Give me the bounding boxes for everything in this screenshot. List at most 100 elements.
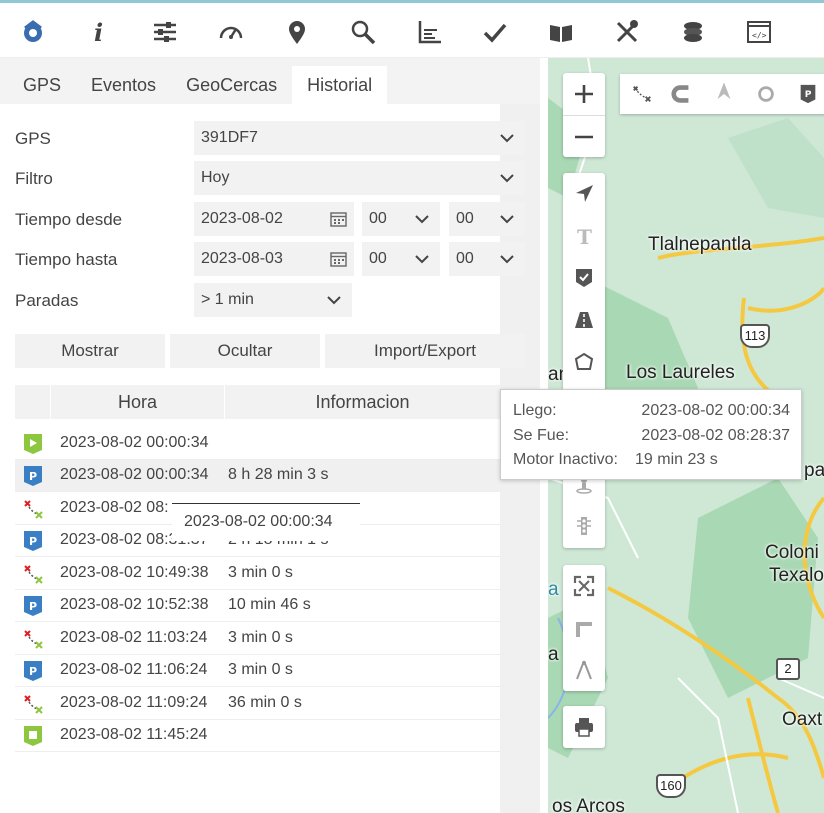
row-time: 2023-08-02 11:09:24	[60, 694, 208, 711]
paradas-select[interactable]: > 1 min	[194, 283, 352, 317]
calendar-icon[interactable]	[330, 211, 347, 227]
circle-icon[interactable]	[754, 82, 778, 106]
route-segment-icon	[24, 565, 43, 584]
fullscreen-icon[interactable]	[563, 565, 605, 607]
tab-geocercas[interactable]: GeoCercas	[171, 66, 292, 104]
chevron-down-icon	[500, 134, 514, 143]
polygon-icon[interactable]	[563, 341, 605, 383]
gps-label: GPS	[15, 129, 51, 148]
desde-date-input[interactable]: 2023-08-02	[194, 202, 354, 236]
gps-select[interactable]: 391DF7	[194, 121, 525, 155]
row-info: 8 h 28 min 3 s	[228, 466, 329, 483]
table-row[interactable]: 2023-08-02 10:49:38 3 min 0 s	[15, 558, 500, 590]
row-time: 2023-08-02 11:45:24	[60, 726, 208, 743]
row-time: 2023-08-02 00:00:34	[60, 466, 209, 483]
table-row[interactable]: 2023-08-02 11:03:24 3 min 0 s	[15, 623, 500, 655]
map-label-place: Coloni	[765, 542, 819, 563]
print-control	[563, 706, 605, 748]
route-end-icon	[24, 726, 42, 746]
map-label-place: a	[548, 579, 559, 600]
tools-icon[interactable]	[610, 15, 644, 49]
text-tool-icon[interactable]: T	[563, 215, 605, 257]
road-icon[interactable]	[563, 299, 605, 341]
table-row[interactable]: P 2023-08-02 10:52:38 10 min 46 s	[15, 590, 500, 622]
zoom-in-icon[interactable]	[563, 73, 605, 115]
tab-gps[interactable]: GPS	[8, 66, 76, 104]
map-label-place: a	[548, 644, 559, 665]
route-draw-icon[interactable]	[630, 82, 654, 106]
table-row[interactable]: 2023-08-02 11:45:24	[15, 720, 500, 752]
table-row[interactable]: P 2023-08-02 00:00:34 8 h 28 min 3 s	[15, 460, 500, 492]
chevron-down-icon	[500, 174, 514, 183]
map-label-place: pa	[804, 460, 824, 481]
calendar-icon[interactable]	[330, 251, 347, 267]
hasta-minute-value: 00	[456, 250, 474, 267]
traffic-light-icon[interactable]	[563, 505, 605, 547]
navigate-arrow-icon[interactable]	[563, 173, 605, 215]
popup-llego-label: Llego:	[513, 402, 557, 419]
history-table-header: Hora Informacion	[15, 385, 500, 419]
row-time: 2023-08-02 08:	[60, 499, 169, 516]
hasta-minute-select[interactable]: 00	[449, 242, 525, 276]
desde-hour-value: 00	[369, 210, 387, 227]
svg-text:P: P	[29, 665, 37, 678]
arrow-cursor-icon[interactable]	[712, 82, 736, 106]
tab-eventos[interactable]: Eventos	[76, 66, 171, 104]
map-tools-control: T	[563, 173, 605, 548]
table-row[interactable]: P 2023-08-02 11:06:24 3 min 0 s	[15, 655, 500, 687]
row-time: 2023-08-02 11:03:24	[60, 629, 208, 646]
compass-icon[interactable]	[563, 649, 605, 691]
row-time: 2023-08-02 10:49:38	[60, 564, 209, 581]
popup-motor-label: Motor Inactivo:	[513, 451, 618, 468]
svg-text:</>: </>	[752, 31, 767, 40]
route-segment-icon	[24, 695, 43, 714]
svg-text:P: P	[29, 600, 37, 613]
hasta-date-input[interactable]: 2023-08-03	[194, 242, 354, 276]
hasta-hour-select[interactable]: 00	[362, 242, 440, 276]
informacion-column-header[interactable]: Informacion	[225, 385, 500, 419]
printer-icon[interactable]	[563, 706, 605, 748]
location-pin-icon[interactable]	[280, 15, 314, 49]
parking-marker-icon[interactable]: P	[796, 82, 820, 106]
popup-llego-value: 2023-08-02 00:00:34	[641, 402, 790, 419]
gps-select-value: 391DF7	[201, 129, 258, 146]
route-start-icon	[24, 434, 42, 454]
sliders-icon[interactable]	[148, 15, 182, 49]
code-window-icon[interactable]: </>	[742, 15, 776, 49]
filtro-select[interactable]: Hoy	[194, 161, 525, 195]
checkmark-icon[interactable]	[478, 15, 512, 49]
chart-axis-icon[interactable]	[412, 15, 446, 49]
zoom-out-icon[interactable]	[563, 115, 605, 157]
ocultar-button[interactable]: Ocultar	[170, 334, 320, 368]
satellite-icon[interactable]	[16, 15, 50, 49]
table-row[interactable]: 2023-08-02 00:00:34	[15, 428, 500, 460]
tab-historial[interactable]: Historial	[292, 66, 388, 104]
map-label-place: Texalo	[769, 565, 824, 586]
row-info: 10 min 46 s	[228, 596, 311, 613]
parking-icon: P	[24, 596, 42, 616]
mostrar-button[interactable]: Mostrar	[15, 334, 165, 368]
coins-icon[interactable]	[676, 15, 710, 49]
desde-hour-select[interactable]: 00	[362, 202, 440, 236]
row-info: 3 min 0 s	[228, 629, 293, 646]
ruler-icon[interactable]	[563, 607, 605, 649]
filtro-label: Filtro	[15, 169, 53, 188]
drawing-toolbar: P	[620, 74, 824, 114]
table-row[interactable]: 2023-08-02 11:09:24 36 min 0 s	[15, 688, 500, 720]
book-icon[interactable]	[544, 15, 578, 49]
hora-column-header[interactable]: Hora	[51, 385, 225, 419]
chevron-down-icon	[500, 255, 514, 264]
magnet-icon[interactable]	[670, 82, 694, 106]
info-icon[interactable]: i	[82, 15, 116, 49]
parking-icon: P	[24, 466, 42, 486]
import-export-button[interactable]: Import/Export	[325, 334, 525, 368]
highway-shield: 160	[656, 774, 686, 798]
chevron-down-icon	[415, 215, 429, 224]
shield-check-icon[interactable]	[563, 257, 605, 299]
search-icon[interactable]	[346, 15, 380, 49]
zoom-control	[563, 73, 605, 157]
map-label-place: Los Laureles	[626, 362, 735, 383]
speedometer-icon[interactable]	[214, 15, 248, 49]
chevron-down-icon	[327, 296, 341, 305]
desde-minute-select[interactable]: 00	[449, 202, 525, 236]
